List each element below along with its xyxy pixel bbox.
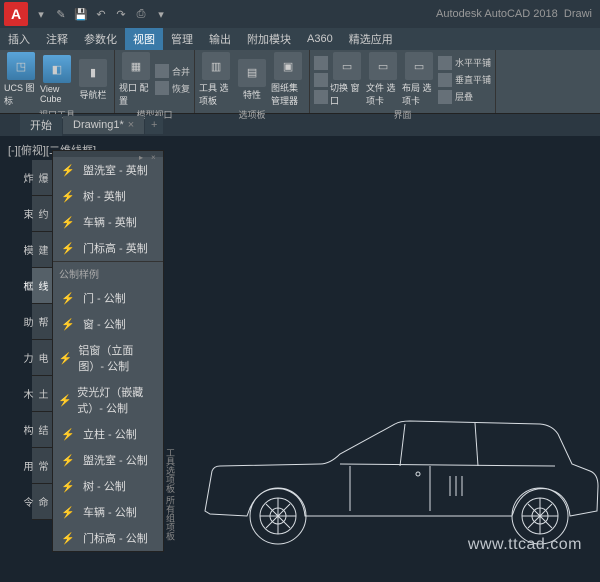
sidetab[interactable]: 帮助 <box>32 304 52 340</box>
restore-button[interactable]: 恢复 <box>155 80 190 96</box>
win-btn[interactable] <box>314 55 328 71</box>
close-icon[interactable]: × <box>128 119 134 131</box>
block-icon <box>59 452 77 468</box>
palette-item[interactable]: 窗 - 公制 <box>53 311 163 337</box>
sheetset-button[interactable]: ▣图纸集 管理器 <box>271 52 305 107</box>
file-tab-start[interactable]: 开始 <box>20 114 62 136</box>
menu-parametric[interactable]: 参数化 <box>76 28 125 50</box>
sidetab[interactable]: 土木 <box>32 376 52 412</box>
sidetab[interactable]: 常用 <box>32 448 52 484</box>
menu-view[interactable]: 视图 <box>125 28 163 50</box>
ucs-icon-button[interactable]: ◳UCS 图标 <box>4 52 38 107</box>
palette-item[interactable]: 树 - 英制 <box>53 183 163 209</box>
palette-item[interactable]: 门 - 公制 <box>53 285 163 311</box>
palette-close-icon[interactable]: × <box>151 153 161 157</box>
sidetab[interactable]: 电力 <box>32 340 52 376</box>
sidetab[interactable]: 爆炸 <box>32 160 52 196</box>
tile-h-button[interactable]: 水平平铺 <box>438 55 491 71</box>
palette-autohide-icon[interactable]: ▸ <box>139 153 149 157</box>
block-icon <box>59 392 71 408</box>
menu-manage[interactable]: 管理 <box>163 28 201 50</box>
qat-redo-icon[interactable]: ↷ <box>112 5 130 23</box>
cascade-button[interactable]: 层叠 <box>438 89 491 105</box>
block-icon <box>59 530 77 546</box>
sidetab[interactable]: 建模 <box>32 232 52 268</box>
qat-open-icon[interactable]: ✎ <box>52 5 70 23</box>
block-icon <box>59 162 77 178</box>
quick-access-toolbar: ▾ ✎ 💾 ↶ ↷ ⎙ ▾ <box>32 5 170 23</box>
block-icon <box>59 240 77 256</box>
tool-palette-button[interactable]: ▥工具 选项板 <box>199 52 233 107</box>
watermark: www.ttcad.com <box>468 536 582 554</box>
block-icon <box>59 188 77 204</box>
merge-button[interactable]: 合并 <box>155 63 190 79</box>
menu-output[interactable]: 输出 <box>201 28 239 50</box>
block-icon <box>59 350 72 366</box>
ribbon: ◳UCS 图标 ◧View Cube ▮导航栏 视口工具 ▦视口 配置 合并 恢… <box>0 50 600 114</box>
palette-item[interactable]: 车辆 - 公制 <box>53 499 163 525</box>
palette-item[interactable]: 铝窗（立面图）- 公制 <box>53 337 163 379</box>
tool-palette: ▸ × 盥洗室 - 英制 树 - 英制 车辆 - 英制 门标高 - 英制 公制样… <box>52 150 164 552</box>
properties-button[interactable]: ▤特性 <box>235 59 269 101</box>
sidetab[interactable]: 约束 <box>32 196 52 232</box>
viewport-config-button[interactable]: ▦视口 配置 <box>119 52 153 107</box>
menubar: 插入 注释 参数化 视图 管理 输出 附加模块 A360 精选应用 <box>0 28 600 50</box>
palette-item[interactable]: 树 - 公制 <box>53 473 163 499</box>
win-btn[interactable] <box>314 89 328 105</box>
tile-v-button[interactable]: 垂直平铺 <box>438 72 491 88</box>
ribbon-group-palettes: ▥工具 选项板 ▤特性 ▣图纸集 管理器 选项板 <box>195 50 310 113</box>
palette-item[interactable]: 盥洗室 - 英制 <box>53 157 163 183</box>
sidetab[interactable]: 命令 <box>32 484 52 520</box>
qat-new-icon[interactable]: ▾ <box>32 5 50 23</box>
switch-window-button[interactable]: ▭切换 窗口 <box>330 52 364 107</box>
menu-featured[interactable]: 精选应用 <box>341 28 401 50</box>
block-icon <box>59 290 77 306</box>
file-tabs-button[interactable]: ▭文件 选项卡 <box>366 52 400 107</box>
palette-title: 工具选项板 所有组项板 <box>164 448 177 541</box>
viewcube-button[interactable]: ◧View Cube <box>40 55 74 104</box>
block-icon <box>59 214 77 230</box>
palette-separator: 公制样例 <box>53 261 163 285</box>
ribbon-group-label: 选项板 <box>199 107 305 121</box>
menu-a360[interactable]: A360 <box>299 28 341 50</box>
block-icon <box>59 504 77 520</box>
qat-print-icon[interactable]: ⎙ <box>132 5 150 23</box>
palette-item[interactable]: 车辆 - 英制 <box>53 209 163 235</box>
block-icon <box>59 478 77 494</box>
block-icon <box>59 316 77 332</box>
menu-annotate[interactable]: 注释 <box>38 28 76 50</box>
palette-item[interactable]: 立柱 - 公制 <box>53 421 163 447</box>
palette-item[interactable]: 门标高 - 公制 <box>53 525 163 551</box>
sidetab[interactable]: 结构 <box>32 412 52 448</box>
palette-item[interactable]: 荧光灯（嵌藏式）- 公制 <box>53 379 163 421</box>
palette-category-tabs: 爆炸 约束 建模 线框 帮助 电力 土木 结构 常用 命令 <box>32 160 52 520</box>
ribbon-group-viewport-tools: ◳UCS 图标 ◧View Cube ▮导航栏 视口工具 <box>0 50 115 113</box>
new-tab-button[interactable]: + <box>145 116 163 134</box>
app-logo-icon[interactable]: A <box>4 2 28 26</box>
menu-addins[interactable]: 附加模块 <box>239 28 299 50</box>
navbar-button[interactable]: ▮导航栏 <box>76 59 110 101</box>
ribbon-group-window: ▭切换 窗口 ▭文件 选项卡 ▭布局 选项卡 水平平铺 垂直平铺 层叠 界面 <box>310 50 496 113</box>
file-tab-drawing1[interactable]: Drawing1* × <box>63 116 144 134</box>
palette-item[interactable]: 盥洗室 - 公制 <box>53 447 163 473</box>
menu-insert[interactable]: 插入 <box>0 28 38 50</box>
ribbon-group-model-viewport: ▦视口 配置 合并 恢复 模型视口 <box>115 50 195 113</box>
sidetab[interactable]: 线框 <box>32 268 52 304</box>
ribbon-group-label: 界面 <box>314 107 491 121</box>
titlebar: A ▾ ✎ 💾 ↶ ↷ ⎙ ▾ Autodesk AutoCAD 2018 Dr… <box>0 0 600 28</box>
palette-item[interactable]: 门标高 - 英制 <box>53 235 163 261</box>
win-btn[interactable] <box>314 72 328 88</box>
block-icon <box>59 426 77 442</box>
qat-save-icon[interactable]: 💾 <box>72 5 90 23</box>
title-text: Autodesk AutoCAD 2018 Drawi <box>436 8 600 20</box>
layout-tabs-button[interactable]: ▭布局 选项卡 <box>402 52 436 107</box>
qat-more-icon[interactable]: ▾ <box>152 5 170 23</box>
qat-undo-icon[interactable]: ↶ <box>92 5 110 23</box>
